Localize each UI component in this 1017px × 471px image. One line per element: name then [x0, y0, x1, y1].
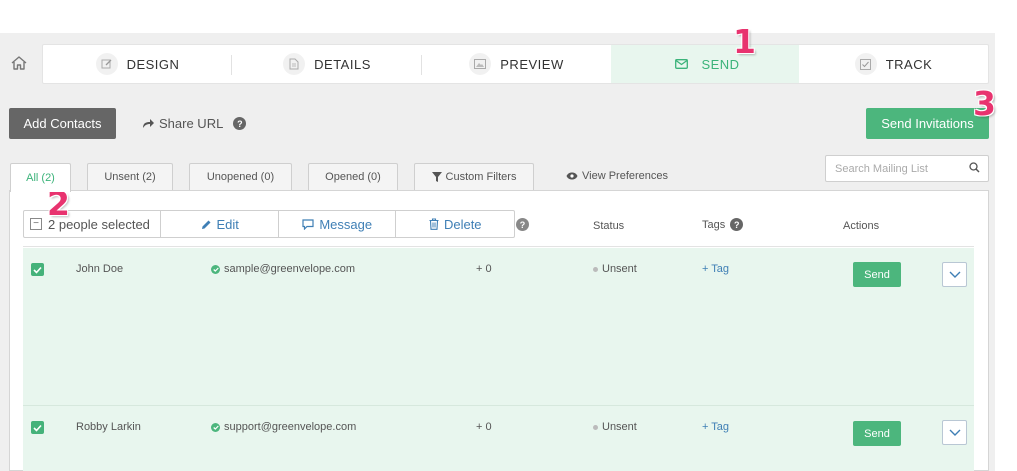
- deselect-checkbox[interactable]: −: [30, 218, 42, 230]
- tab-all[interactable]: All (2): [10, 163, 71, 192]
- status-text: Unsent: [602, 263, 637, 275]
- status-cell: Unsent: [593, 263, 637, 275]
- annotation-number-1: 1: [733, 22, 756, 61]
- send-invitations-button[interactable]: Send Invitations: [866, 108, 989, 139]
- contact-email-text: support@greenvelope.com: [224, 421, 357, 433]
- row-menu-dropdown[interactable]: [942, 262, 967, 287]
- status-dot-icon: [593, 266, 598, 272]
- step-send[interactable]: SEND: [611, 45, 799, 83]
- speech-bubble-icon: [302, 218, 314, 230]
- step-details-label: DETAILS: [314, 56, 371, 72]
- column-status: Status: [593, 220, 624, 232]
- help-icon[interactable]: ?: [730, 218, 744, 231]
- share-url-label: Share URL: [159, 116, 224, 131]
- message-button[interactable]: Message: [279, 211, 397, 237]
- pencil-icon: [95, 53, 118, 75]
- help-icon[interactable]: ?: [233, 117, 247, 130]
- chevron-down-icon: [949, 429, 960, 436]
- column-status-label: Status: [593, 220, 625, 232]
- edit-label: Edit: [216, 216, 239, 232]
- document-icon: [283, 53, 306, 75]
- step-preview-label: PREVIEW: [500, 56, 564, 72]
- bulk-action-bar: − 2 people selected Edit Message Delete: [23, 210, 515, 238]
- search-placeholder: Search Mailing List: [835, 162, 928, 175]
- share-url-link[interactable]: Share URL ?: [142, 116, 247, 131]
- image-icon: [469, 53, 492, 75]
- tab-unopened[interactable]: Unopened (0): [189, 163, 292, 190]
- contact-name[interactable]: Robby Larkin: [76, 421, 141, 433]
- tab-custom-filters-label: Custom Filters: [445, 171, 517, 183]
- annotation-number-3: 3: [973, 84, 996, 123]
- step-navigation: DESIGN DETAILS PREVIEW SEND TRACK: [42, 44, 989, 84]
- message-label: Message: [319, 216, 373, 232]
- step-details[interactable]: DETAILS: [232, 45, 422, 83]
- column-actions: Actions: [843, 220, 879, 232]
- contact-name[interactable]: John Doe: [76, 263, 123, 275]
- envelope-icon: [670, 53, 692, 75]
- contact-email-text: sample@greenvelope.com: [224, 263, 356, 275]
- tab-custom-filters[interactable]: Custom Filters: [414, 163, 534, 190]
- status-dot-icon: [593, 424, 598, 430]
- delete-label: Delete: [443, 216, 482, 232]
- filter-icon: [431, 172, 442, 182]
- column-tags-label: Tags: [702, 218, 726, 231]
- checkbox-icon: [854, 53, 877, 75]
- contact-email: sample@greenvelope.com: [211, 263, 355, 275]
- step-track-label: TRACK: [885, 56, 933, 72]
- status-text: Unsent: [602, 421, 637, 433]
- step-track[interactable]: TRACK: [799, 45, 988, 83]
- selection-summary[interactable]: − 2 people selected: [24, 211, 162, 237]
- add-tag-link[interactable]: + Tag: [702, 263, 729, 275]
- share-arrow-icon: [143, 119, 154, 128]
- row-checkbox[interactable]: [31, 421, 44, 434]
- tab-unsent[interactable]: Unsent (2): [87, 163, 173, 190]
- verified-check-icon: [211, 422, 220, 432]
- column-actions-label: Actions: [843, 220, 880, 232]
- edit-button[interactable]: Edit: [161, 211, 279, 237]
- view-preferences-link[interactable]: View Preferences: [566, 170, 668, 182]
- status-cell: Unsent: [593, 421, 637, 433]
- column-tags: Tags ?: [702, 218, 744, 231]
- pencil-icon: [201, 220, 210, 229]
- delete-button[interactable]: Delete: [396, 211, 514, 237]
- help-icon[interactable]: ?: [516, 218, 529, 231]
- add-contacts-button[interactable]: Add Contacts: [9, 108, 116, 139]
- step-preview[interactable]: PREVIEW: [422, 45, 611, 83]
- search-input[interactable]: Search Mailing List: [825, 155, 989, 182]
- tab-opened[interactable]: Opened (0): [308, 163, 398, 190]
- table-header: − 2 people selected Edit Message Delete …: [23, 206, 974, 247]
- app-root: DESIGN DETAILS PREVIEW SEND TRACK Add Co…: [0, 0, 1017, 471]
- search-icon[interactable]: [969, 162, 980, 176]
- home-icon[interactable]: [10, 54, 28, 72]
- verified-check-icon: [211, 264, 220, 274]
- contact-email: support@greenvelope.com: [211, 421, 356, 433]
- trash-icon: [429, 218, 439, 230]
- guest-count: + 0: [476, 263, 492, 275]
- eye-icon: [566, 172, 578, 180]
- send-button[interactable]: Send: [853, 262, 901, 287]
- row-checkbox[interactable]: [31, 263, 44, 276]
- add-tag-link[interactable]: + Tag: [702, 421, 729, 433]
- step-design-label: DESIGN: [126, 56, 180, 72]
- step-design[interactable]: DESIGN: [43, 45, 232, 83]
- view-preferences-label: View Preferences: [582, 170, 669, 182]
- chevron-down-icon: [949, 271, 960, 278]
- row-menu-dropdown[interactable]: [942, 420, 967, 445]
- send-button[interactable]: Send: [853, 421, 901, 446]
- guest-count: + 0: [476, 421, 492, 433]
- table-row: John Doe sample@greenvelope.com + 0 Unse…: [23, 248, 974, 406]
- table-row: Robby Larkin support@greenvelope.com + 0…: [23, 406, 974, 471]
